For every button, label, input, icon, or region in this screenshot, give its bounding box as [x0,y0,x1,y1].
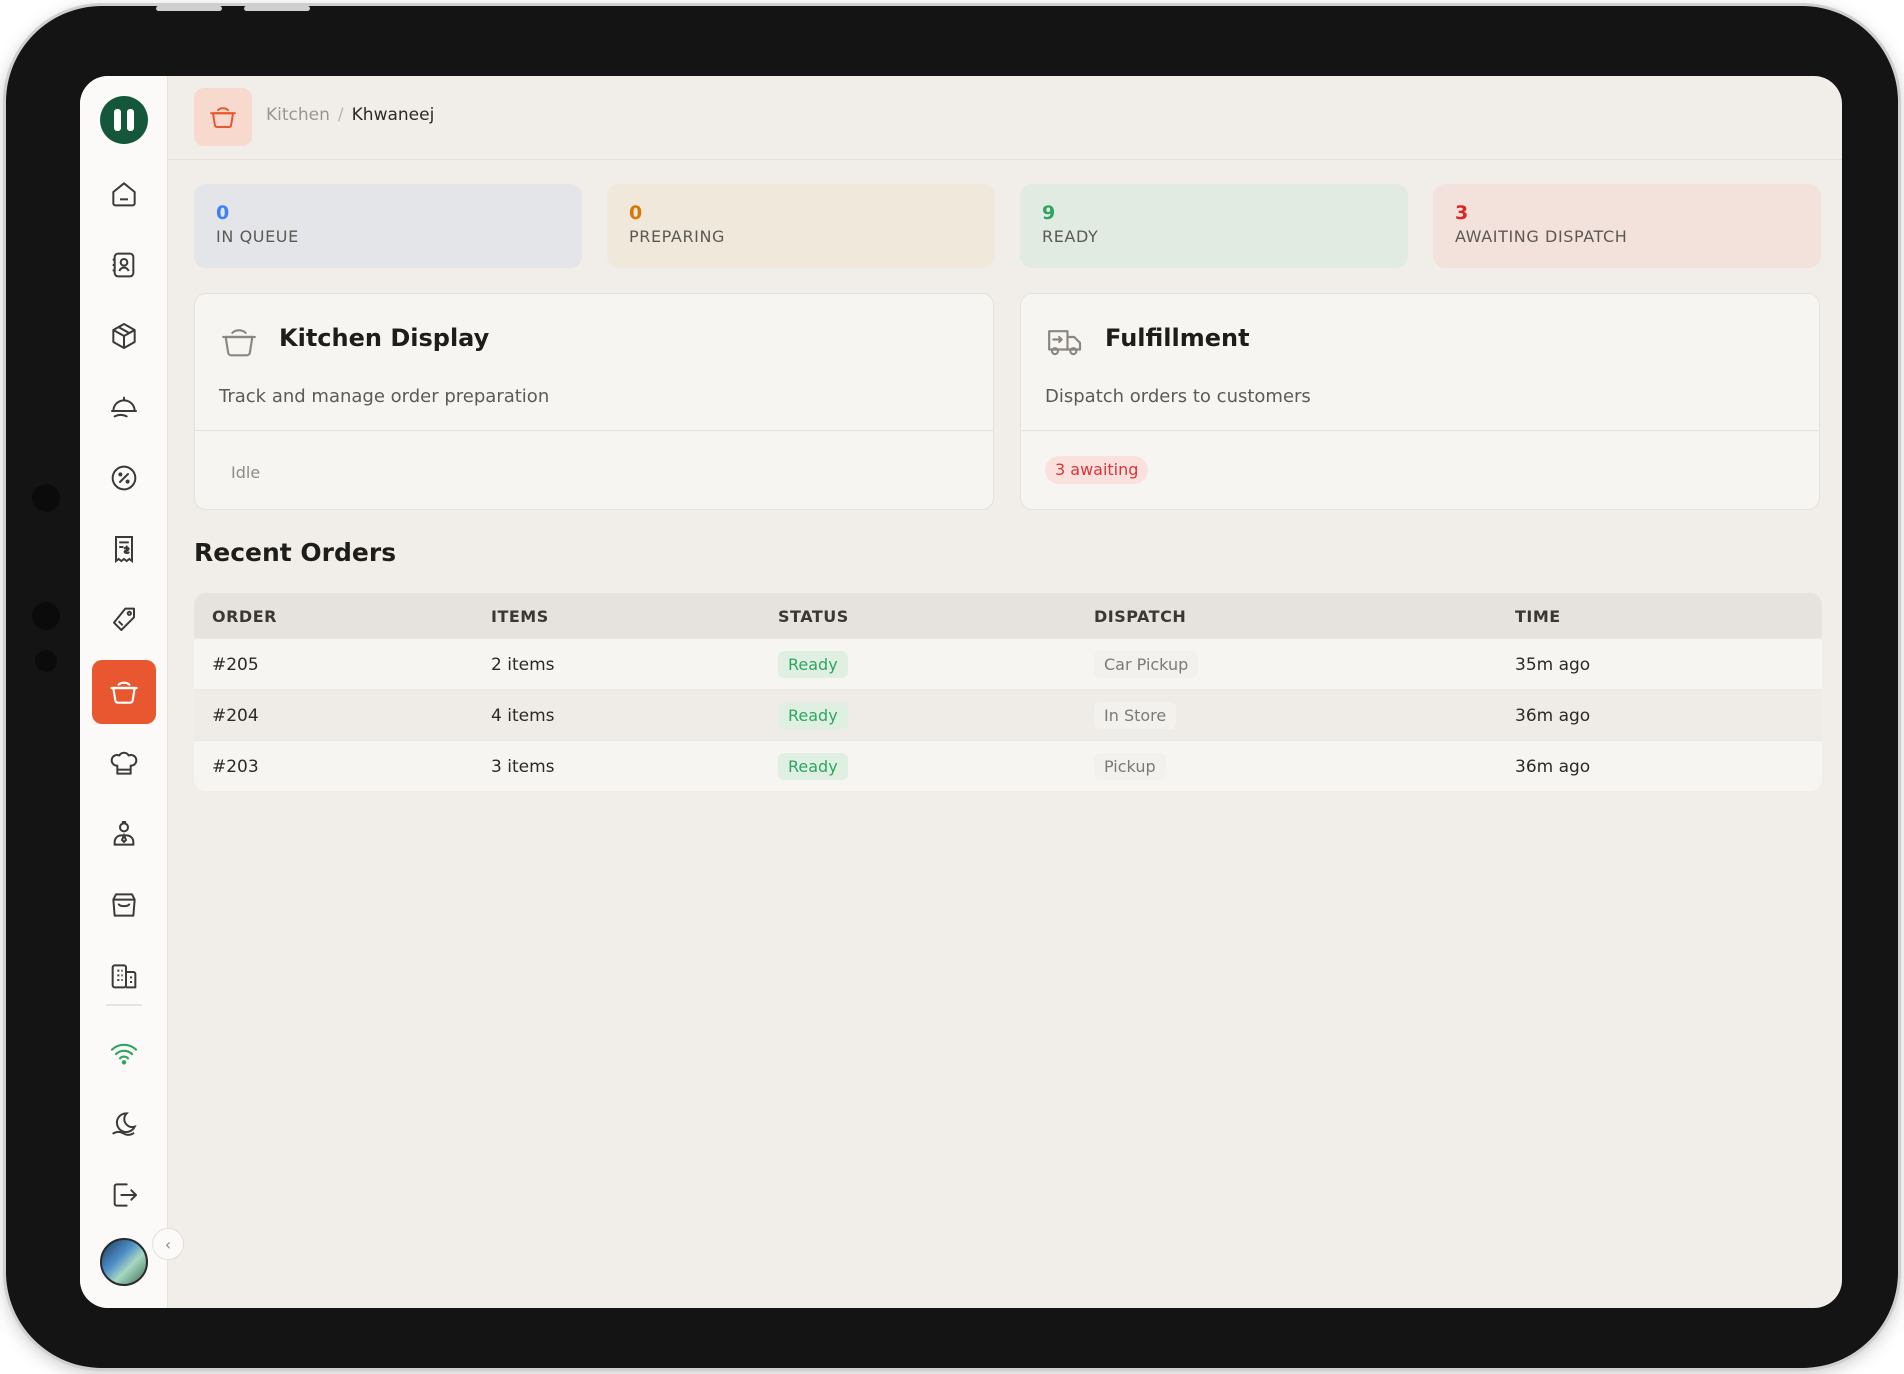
order-time: 35m ago [1515,655,1591,675]
section-title-recent-orders: Recent Orders [194,538,397,567]
staff-icon[interactable] [92,802,156,866]
stat-value: 0 [629,202,643,224]
inventory-box-icon[interactable] [92,304,156,368]
stat-label: READY [1042,227,1099,246]
hardware-button [244,6,310,11]
order-number: #203 [212,757,259,777]
store-icon[interactable] [92,873,156,937]
kitchen-display-card[interactable]: Kitchen Display Track and manage order p… [194,293,994,510]
breadcrumb-separator: / [337,105,344,125]
status-badge: Idle [231,463,261,482]
order-items: 3 items [491,757,555,777]
camera-dot [32,484,60,512]
order-items: 4 items [491,706,555,726]
sidebar-divider [106,1004,142,1006]
logout-icon[interactable] [92,1163,156,1227]
avatar[interactable] [100,1238,148,1286]
recent-orders-table: ORDER ITEMS STATUS DISPATCH TIME #205 2 … [194,593,1822,791]
breadcrumb-current: Khwaneej [351,105,435,125]
order-number: #204 [212,706,259,726]
table-row[interactable]: #205 2 items Ready Car Pickup 35m ago [194,638,1822,689]
cooking-pot-icon [194,88,252,146]
status-badge: Ready [778,753,848,780]
order-number: #205 [212,655,259,675]
camera-dot [32,602,60,630]
dispatch-badge: Pickup [1094,753,1166,780]
chef-hat-icon[interactable] [92,731,156,795]
dispatch-badge: In Store [1094,702,1177,729]
sidebar [80,76,168,1308]
column-header-status[interactable]: STATUS [778,607,849,626]
status-badge: Ready [778,702,848,729]
stat-ready: 9 READY [1020,184,1408,268]
order-time: 36m ago [1515,757,1591,777]
service-cloche-icon[interactable] [92,375,156,439]
status-badge: Ready [778,651,848,678]
dispatch-badge: Car Pickup [1094,651,1199,678]
stat-awaiting-dispatch: 3 AWAITING DISPATCH [1433,184,1821,268]
chevron-left-icon: ‹ [164,1234,172,1254]
stat-label: PREPARING [629,227,726,246]
kitchen-pot-icon[interactable] [92,660,156,724]
wifi-icon[interactable] [92,1021,156,1085]
column-header-time[interactable]: TIME [1515,607,1561,626]
card-title: Fulfillment [1105,324,1250,352]
app-logo[interactable] [100,96,148,144]
stat-label: IN QUEUE [216,227,299,246]
column-header-dispatch[interactable]: DISPATCH [1094,607,1186,626]
card-divider [195,430,993,431]
breadcrumb-root[interactable]: Kitchen [266,105,330,125]
card-description: Dispatch orders to customers [1045,386,1311,407]
coupon-tag-icon[interactable] [92,588,156,652]
column-header-items[interactable]: ITEMS [491,607,549,626]
stat-label: AWAITING DISPATCH [1455,227,1628,246]
contacts-icon[interactable] [92,233,156,297]
discount-badge-icon[interactable] [92,446,156,510]
home-icon[interactable] [92,162,156,226]
fulfillment-card[interactable]: Fulfillment Dispatch orders to customers… [1020,293,1820,510]
camera-dot [35,650,57,672]
card-title: Kitchen Display [279,324,490,352]
theme-icon[interactable] [92,1092,156,1156]
sidebar-collapse-button[interactable]: ‹ [152,1228,184,1260]
card-divider [1021,430,1819,431]
table-row[interactable]: #203 3 items Ready Pickup 36m ago [194,740,1822,791]
stat-preparing: 0 PREPARING [607,184,995,268]
hardware-button [156,6,222,11]
receipt-icon[interactable] [92,517,156,581]
card-description: Track and manage order preparation [219,386,550,407]
column-header-order[interactable]: ORDER [212,607,277,626]
stat-value: 9 [1042,202,1056,224]
buildings-icon[interactable] [92,944,156,1008]
order-items: 2 items [491,655,555,675]
stat-value: 3 [1455,202,1469,224]
stat-in-queue: 0 IN QUEUE [194,184,582,268]
table-row[interactable]: #204 4 items Ready In Store 36m ago [194,689,1822,740]
table-header: ORDER ITEMS STATUS DISPATCH TIME [194,593,1822,638]
page-header: Kitchen / Khwaneej [168,76,1842,160]
cooking-pot-icon [219,322,259,362]
main-content: Kitchen / Khwaneej 0 IN QUEUE 0 PREPARIN… [168,76,1842,1308]
tablet-frame: Kitchen / Khwaneej 0 IN QUEUE 0 PREPARIN… [6,6,1898,1368]
app-screen: Kitchen / Khwaneej 0 IN QUEUE 0 PREPARIN… [80,76,1842,1308]
delivery-truck-icon [1045,322,1085,362]
breadcrumb: Kitchen / Khwaneej [266,105,434,125]
order-time: 36m ago [1515,706,1591,726]
status-badge: 3 awaiting [1045,456,1149,484]
stat-value: 0 [216,202,230,224]
